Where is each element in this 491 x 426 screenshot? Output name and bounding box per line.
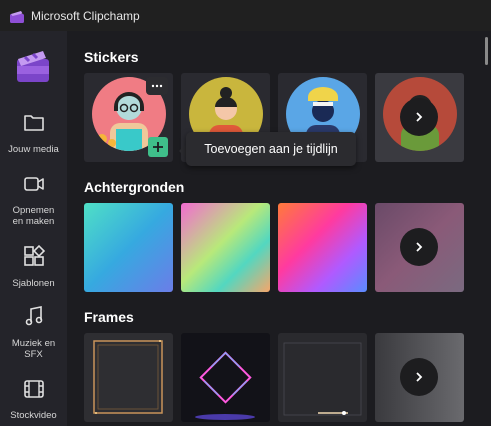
background-tile[interactable] [181,203,270,292]
more-options-button[interactable] [146,77,168,95]
background-tile[interactable] [278,203,367,292]
background-tile[interactable] [375,203,464,292]
sidebar-item-record-create[interactable]: Opnemen en maken [0,174,67,227]
frame-tile[interactable] [278,333,367,422]
stickers-next-button[interactable] [400,98,438,136]
camera-icon [23,174,45,199]
title-bar: Microsoft Clipchamp [0,0,491,31]
frame-tile[interactable] [375,333,464,422]
templates-icon [23,244,45,272]
folder-icon [23,113,45,138]
section-title-frames: Frames [84,309,134,325]
frame-tile[interactable] [181,333,270,422]
clipchamp-home-icon[interactable] [16,49,50,83]
sticker-tile[interactable] [84,73,173,162]
sticker-tile[interactable] [375,73,464,162]
sidebar-item-label: Jouw media [8,144,59,155]
clipchamp-logo-icon [10,10,24,23]
add-to-timeline-tooltip: Toevoegen aan je tijdlijn [186,132,356,166]
sidebar-item-templates[interactable]: Sjablonen [0,244,67,289]
scrollbar-thumb[interactable] [485,37,488,65]
tooltip-arrow [179,144,186,158]
chevron-right-icon [416,242,423,252]
sidebar-item-label: Muziek en SFX [11,338,56,360]
section-title-backgrounds: Achtergronden [84,179,185,195]
music-icon [23,305,45,332]
frame-tile[interactable] [84,333,173,422]
chevron-right-icon [416,372,423,382]
sidebar-item-label: Sjablonen [12,278,55,289]
add-to-timeline-button[interactable] [148,137,168,157]
scrollbar[interactable] [482,31,491,426]
film-icon [23,379,45,404]
window-title: Microsoft Clipchamp [31,8,140,23]
sidebar: Jouw media Opnemen en maken Sjablonen Mu… [0,31,67,426]
background-tile[interactable] [84,203,173,292]
sidebar-item-label: Opnemen en maken [12,205,55,227]
sidebar-item-label: Stockvideo [10,410,57,421]
frames-next-button[interactable] [400,358,438,396]
content-panel: Stickers Achtergronden Frames [67,31,482,426]
sidebar-item-your-media[interactable]: Jouw media [0,113,67,155]
section-title-stickers: Stickers [84,49,139,65]
plus-icon [153,142,163,152]
sidebar-item-music-sfx[interactable]: Muziek en SFX [0,305,67,360]
sidebar-item-stock-video[interactable]: Stockvideo [0,379,67,421]
backgrounds-next-button[interactable] [400,228,438,266]
chevron-right-icon [416,112,423,122]
